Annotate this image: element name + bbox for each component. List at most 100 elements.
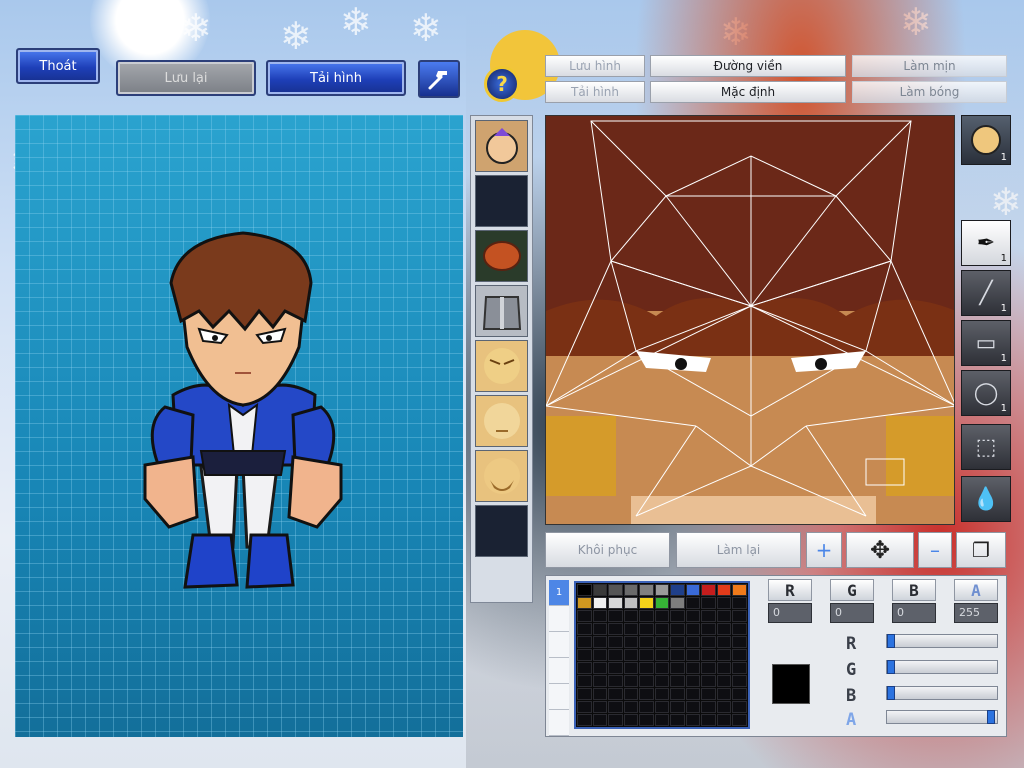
palette-cell[interactable] <box>670 636 685 648</box>
palette-cell[interactable] <box>592 714 608 726</box>
palette-cell[interactable] <box>623 649 639 661</box>
blue-channel-button[interactable]: B <box>892 579 936 601</box>
palette-tab-4[interactable] <box>549 658 569 684</box>
palette-cell[interactable] <box>608 675 623 687</box>
palette-cell[interactable] <box>639 636 654 648</box>
palette-cell[interactable] <box>654 610 670 622</box>
load-image-button[interactable]: Tải hình <box>545 81 645 103</box>
palette-cell[interactable] <box>732 636 747 648</box>
palette-cell[interactable] <box>654 636 670 648</box>
slot-empty[interactable] <box>475 175 528 227</box>
palette-cell[interactable] <box>732 675 747 687</box>
palette-cell[interactable] <box>592 662 608 674</box>
palette-cell[interactable] <box>716 597 732 609</box>
slot-empty[interactable] <box>475 505 528 557</box>
palette-cell[interactable] <box>732 649 747 661</box>
red-value-field[interactable]: 0 <box>768 603 812 623</box>
palette-cell[interactable] <box>639 610 654 622</box>
palette-cell[interactable] <box>623 584 639 596</box>
palette-cell[interactable] <box>654 649 670 661</box>
line-tool[interactable]: ╱ 1 <box>961 270 1011 316</box>
face-preview-tool[interactable]: 1 <box>961 115 1011 165</box>
palette-cell[interactable] <box>608 610 623 622</box>
palette-cell[interactable] <box>639 597 654 609</box>
palette-cell[interactable] <box>592 584 608 596</box>
palette-cell[interactable] <box>716 701 732 713</box>
palette-cell[interactable] <box>654 688 670 700</box>
palette-cell[interactable] <box>623 701 639 713</box>
palette-cell[interactable] <box>623 688 639 700</box>
palette-cell[interactable] <box>623 662 639 674</box>
palette-cell[interactable] <box>670 597 685 609</box>
palette-cell[interactable] <box>685 662 701 674</box>
restore-button[interactable]: Khôi phục <box>545 532 670 568</box>
hammer-tool-button[interactable] <box>418 60 460 98</box>
palette-cell[interactable] <box>592 675 608 687</box>
palette-cell[interactable] <box>623 675 639 687</box>
palette-cell[interactable] <box>592 597 608 609</box>
palette-cell[interactable] <box>654 584 670 596</box>
palette-cell[interactable] <box>701 649 716 661</box>
palette-cell[interactable] <box>654 675 670 687</box>
palette-cell[interactable] <box>577 610 592 622</box>
palette-cell[interactable] <box>608 688 623 700</box>
palette-cell[interactable] <box>670 623 685 635</box>
palette-cell[interactable] <box>732 701 747 713</box>
eyedropper-tool[interactable]: 💧 <box>961 476 1011 522</box>
slot-hair-thumbnail[interactable] <box>475 230 528 282</box>
palette-cell[interactable] <box>592 636 608 648</box>
reload-image-button[interactable]: Tải hình <box>266 60 406 96</box>
palette-cell[interactable] <box>716 623 732 635</box>
palette-cell[interactable] <box>701 662 716 674</box>
palette-cell[interactable] <box>577 675 592 687</box>
palette-cell[interactable] <box>670 662 685 674</box>
palette-cell[interactable] <box>639 688 654 700</box>
palette-cell[interactable] <box>639 701 654 713</box>
palette-cell[interactable] <box>701 610 716 622</box>
palette-cell[interactable] <box>716 610 732 622</box>
blue-slider-knob[interactable] <box>887 686 895 700</box>
palette-cell[interactable] <box>670 688 685 700</box>
palette-cell[interactable] <box>654 623 670 635</box>
palette-cell[interactable] <box>685 610 701 622</box>
palette-tab-3[interactable] <box>549 632 569 658</box>
palette-cell[interactable] <box>732 688 747 700</box>
palette-cell[interactable] <box>716 649 732 661</box>
palette-cell[interactable] <box>701 675 716 687</box>
palette-cell[interactable] <box>701 688 716 700</box>
palette-cell[interactable] <box>732 623 747 635</box>
rectangle-tool[interactable]: ▭ 1 <box>961 320 1011 366</box>
palette-cell[interactable] <box>685 584 701 596</box>
palette-cell[interactable] <box>608 701 623 713</box>
palette-cell[interactable] <box>577 584 592 596</box>
palette-cell[interactable] <box>670 701 685 713</box>
palette-cell[interactable] <box>608 714 623 726</box>
zoom-out-button[interactable]: – <box>918 532 952 568</box>
palette-cell[interactable] <box>592 623 608 635</box>
palette-cell[interactable] <box>577 662 592 674</box>
palette-cell[interactable] <box>701 714 716 726</box>
slot-face-beard-thumbnail[interactable] <box>475 450 528 502</box>
palette-cell[interactable] <box>577 636 592 648</box>
palette-cell[interactable] <box>639 714 654 726</box>
green-slider[interactable] <box>886 660 998 674</box>
smooth-button[interactable]: Làm mịn <box>852 55 1007 77</box>
redo-button[interactable]: Làm lại <box>676 532 801 568</box>
slot-face-thumbnail[interactable] <box>475 120 528 172</box>
blue-slider[interactable] <box>886 686 998 700</box>
palette-cell[interactable] <box>577 623 592 635</box>
palette-cell[interactable] <box>577 688 592 700</box>
palette-cell[interactable] <box>654 662 670 674</box>
red-slider-knob[interactable] <box>887 634 895 648</box>
palette-cell[interactable] <box>639 649 654 661</box>
palette-cell[interactable] <box>685 701 701 713</box>
alpha-channel-button[interactable]: A <box>954 579 998 601</box>
palette-cell[interactable] <box>592 701 608 713</box>
palette-cell[interactable] <box>685 649 701 661</box>
alpha-slider-knob[interactable] <box>987 710 995 724</box>
palette-cell[interactable] <box>732 584 747 596</box>
palette-cell[interactable] <box>701 701 716 713</box>
ellipse-tool[interactable]: ◯ 1 <box>961 370 1011 416</box>
red-slider[interactable] <box>886 634 998 648</box>
palette-cell[interactable] <box>623 610 639 622</box>
